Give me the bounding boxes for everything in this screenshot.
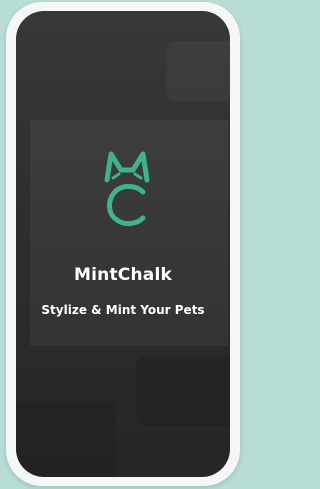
background-shape	[136, 356, 230, 426]
background-shape	[16, 401, 116, 477]
app-name: MintChalk	[74, 265, 172, 285]
background-shape	[166, 41, 230, 101]
app-tagline: Stylize & Mint Your Pets	[41, 303, 205, 317]
page-background: MintChalk Stylize & Mint Your Pets	[0, 0, 246, 489]
mintchalk-logo-icon	[104, 151, 150, 227]
